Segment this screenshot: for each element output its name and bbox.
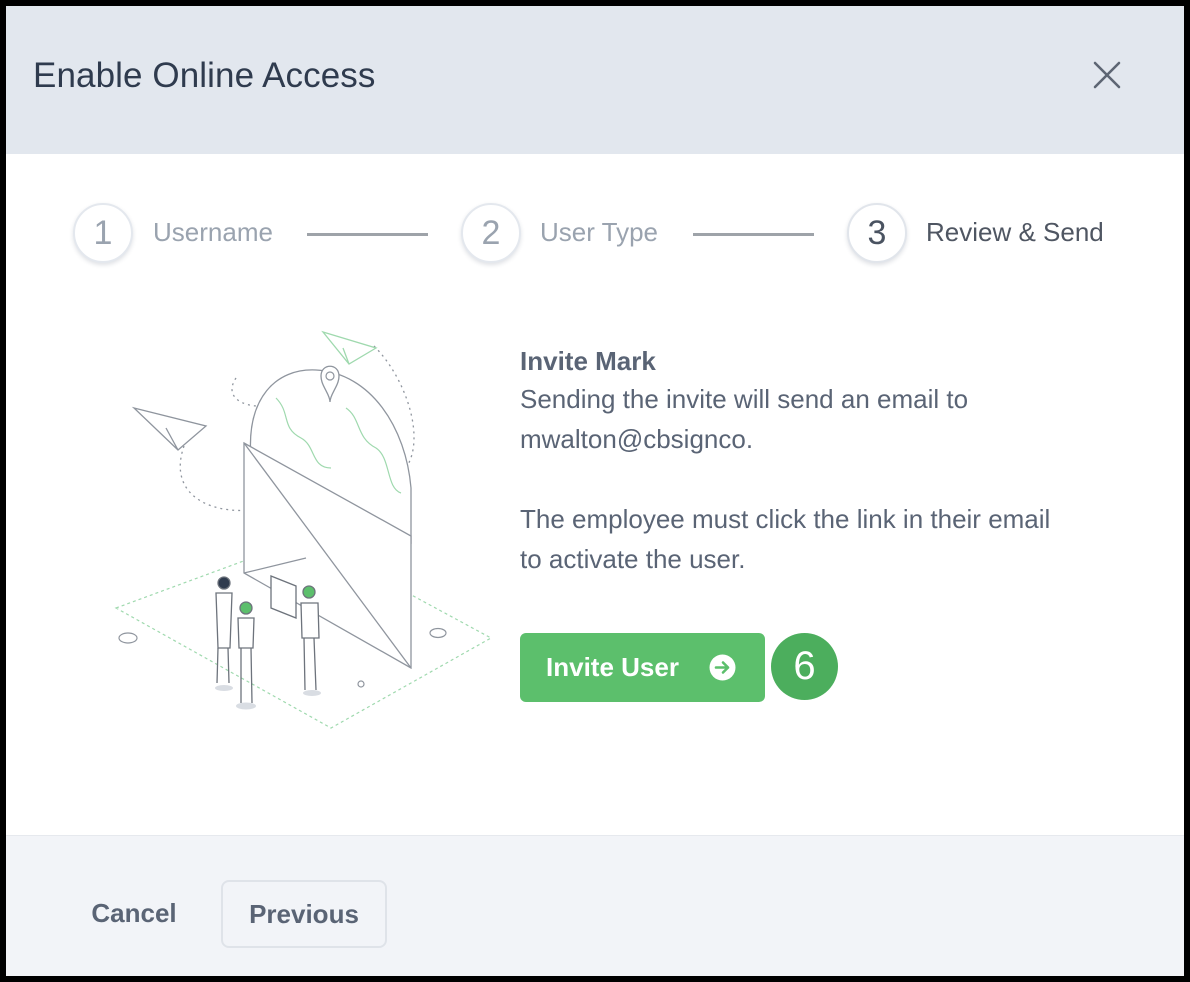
invite-instruction-line: The employee must click the link in thei… bbox=[520, 504, 1051, 534]
invite-description-line: Sending the invite will send an email to bbox=[520, 384, 969, 414]
step-1-label: Username bbox=[153, 217, 273, 247]
step-2-label: User Type bbox=[540, 217, 659, 247]
modal-header: Enable Online Access bbox=[6, 6, 1184, 154]
step-3-number: 3 bbox=[847, 203, 907, 263]
invite-content: Invite Mark Sending the invite will send… bbox=[520, 343, 1160, 579]
arrow-right-circle-icon bbox=[709, 654, 736, 681]
invite-user-button[interactable]: Invite User bbox=[520, 633, 765, 702]
stepper: 1 Username 2 User Type 3 Review & Send bbox=[6, 202, 1184, 272]
enable-online-access-modal: Enable Online Access 1 Username 2 User T… bbox=[6, 6, 1184, 976]
close-icon bbox=[1093, 61, 1121, 89]
step-3-label: Review & Send bbox=[926, 217, 1104, 247]
close-button[interactable] bbox=[1088, 56, 1126, 94]
invite-email-address: mwalton@cbsignco. bbox=[520, 424, 754, 454]
previous-button[interactable]: Previous bbox=[221, 880, 387, 948]
step-connector bbox=[693, 233, 814, 236]
invite-email-illustration bbox=[106, 318, 496, 738]
step-1-number: 1 bbox=[73, 203, 133, 263]
cancel-button[interactable]: Cancel bbox=[74, 878, 194, 948]
modal-footer: Cancel Previous bbox=[6, 835, 1184, 976]
modal-title: Enable Online Access bbox=[33, 56, 376, 95]
step-number-badge: 6 bbox=[771, 633, 838, 700]
invite-instruction-line: to activate the user. bbox=[520, 544, 746, 574]
invite-user-label: Invite User bbox=[546, 652, 679, 682]
invite-heading: Invite Mark bbox=[520, 346, 656, 376]
step-connector bbox=[307, 233, 428, 236]
step-2-number: 2 bbox=[461, 203, 521, 263]
